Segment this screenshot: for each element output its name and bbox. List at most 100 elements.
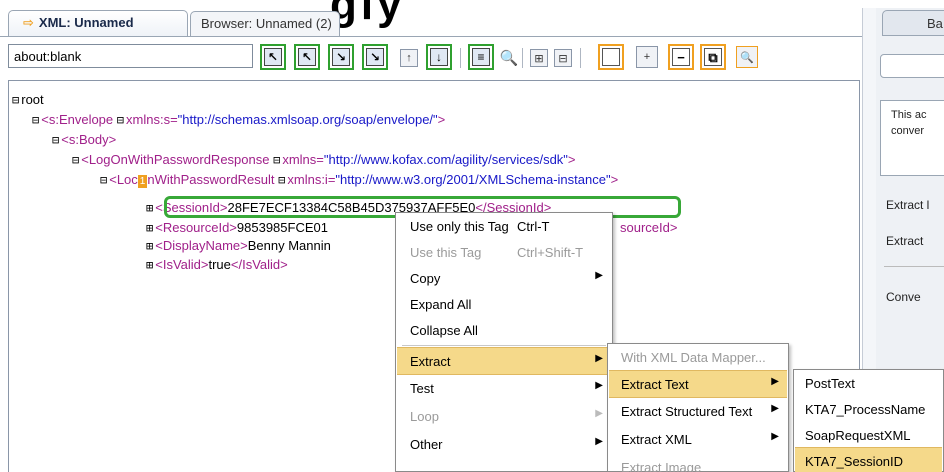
submenu-arrow-icon: ▶: [771, 403, 779, 414]
attribute-value: "http://schemas.xmlsoap.org/soap/envelop…: [177, 112, 438, 127]
tag-close: sourceId>: [620, 220, 678, 235]
tree-node-displayname[interactable]: ⊞ <DisplayName>Benny Mannin: [146, 238, 331, 254]
document-icon: ≡: [472, 48, 490, 66]
menu-item-label: Other: [410, 437, 443, 452]
collapse-icon: ⊟: [32, 113, 40, 127]
menu-item-label: Extract Image: [621, 460, 702, 472]
nav-up-left-button[interactable]: ↖: [294, 44, 320, 70]
expand-all-button[interactable]: +: [636, 46, 658, 68]
arrow-up-left-icon: ↖: [298, 48, 316, 66]
tab-xml-label: XML: Unnamed: [38, 15, 134, 30]
url-field[interactable]: about:blank: [8, 44, 253, 68]
menu-item-loop[interactable]: Loop ▶: [397, 403, 611, 431]
menu-item-extract-structured-text[interactable]: Extract Structured Text ▶: [609, 398, 787, 426]
search-icon: 🔍: [499, 50, 519, 67]
submenu-arrow-icon: ▶: [771, 431, 779, 442]
submenu-arrow-icon: ▶: [595, 436, 603, 447]
nav-last-button[interactable]: ↘: [362, 44, 388, 70]
tree-node-response[interactable]: ⊟ <LogOnWithPasswordResponse ⊟ xmlns="http…: [72, 152, 576, 168]
tree-node-envelope[interactable]: ⊟ <s:Envelope ⊟ xmlns:s="http://schemas.xm…: [32, 112, 445, 128]
move-down-button[interactable]: ↓: [426, 44, 452, 70]
panel-button[interactable]: [880, 54, 944, 78]
tab-divider: [0, 36, 862, 37]
menu-item-test[interactable]: Test ▶: [397, 375, 611, 403]
menu-item-label: PostText: [805, 376, 855, 391]
zoom-button[interactable]: 🔍: [736, 46, 758, 68]
menu-item-use-only-this-tag[interactable]: Use only this Tag Ctrl-T: [397, 213, 611, 241]
menu-item-label: Use only this Tag: [410, 219, 509, 234]
editor-tab-bar: ⇨ XML: Unnamed Browser: Unnamed (2): [0, 8, 862, 37]
tab-basic[interactable]: Ba: [882, 10, 944, 36]
menu-item-soaprequestxml[interactable]: SoapRequestXML: [795, 422, 942, 450]
submenu-arrow-icon: ▶: [595, 408, 603, 419]
expand-icon: ⊞: [146, 258, 154, 272]
collapse-all-button[interactable]: ⧉: [700, 44, 726, 70]
tree-node-root[interactable]: ⊟ root: [12, 92, 44, 108]
element-tag: <IsValid>: [155, 257, 209, 272]
attribute-name: xmlns:s=: [126, 112, 178, 127]
shortcut-label: Ctrl-T: [517, 219, 550, 234]
stacked-minus-icon: ⧉: [704, 48, 722, 66]
collapse-icon: ⊟: [12, 93, 20, 107]
plus-icon: +: [643, 51, 651, 63]
menu-item-label: Copy: [410, 271, 441, 286]
menu-item-label: KTA7_SessionID: [805, 454, 904, 469]
tree-node-body[interactable]: ⊟ <s:Body>: [52, 132, 116, 148]
tag-close: >: [610, 172, 619, 187]
menu-item-other[interactable]: Other ▶: [397, 431, 611, 459]
element-tag: <Loc: [109, 172, 138, 187]
menu-item-label: Extract Structured Text: [621, 404, 753, 419]
tab-browser-label: Browser: Unnamed (2): [201, 16, 332, 31]
menu-item-label: Loop: [410, 409, 439, 424]
tree-node-isvalid[interactable]: ⊞ <IsValid>true</IsValid>: [146, 257, 288, 273]
element-tag: <s:Body>: [61, 132, 117, 147]
tree-node-resourceid[interactable]: ⊞ <ResourceId>9853985FCE01: [146, 220, 328, 236]
action-description: This ac conver: [880, 100, 944, 176]
tab-browser-unnamed[interactable]: Browser: Unnamed (2): [190, 11, 340, 36]
menu-item-extract-xml[interactable]: Extract XML ▶: [609, 426, 787, 454]
attribute-value: "http://www.w3.org/2001/XMLSchema-instan…: [335, 172, 611, 187]
menu-item-extract-image[interactable]: Extract Image: [609, 454, 787, 472]
collapse-node-button[interactable]: ⊟: [554, 49, 572, 67]
menu-item-xml-data-mapper[interactable]: With XML Data Mapper...: [609, 344, 787, 372]
menu-item-label: Collapse All: [410, 323, 478, 338]
tag-close: </IsValid>: [230, 257, 288, 272]
element-tag: <ResourceId>: [155, 220, 237, 235]
nav-first-button[interactable]: ↖: [260, 44, 286, 70]
tab-xml-unnamed[interactable]: ⇨ XML: Unnamed: [8, 10, 188, 37]
converter-label: Conve: [886, 290, 921, 304]
element-tag: <LogOnWithPasswordResponse: [81, 152, 270, 167]
menu-item-extract-text[interactable]: Extract Text ▶: [609, 370, 787, 398]
nav-down-right-button[interactable]: ↘: [328, 44, 354, 70]
view-source-button[interactable]: ≡: [468, 44, 494, 70]
collapse-button[interactable]: −: [668, 44, 694, 70]
arrow-down-right-bar-icon: ↘: [366, 48, 384, 66]
tree-node-resourceid-tail: sourceId>: [620, 220, 677, 236]
menu-item-use-this-tag[interactable]: Use this Tag Ctrl+Shift-T: [397, 239, 611, 267]
toolbar-separator: [460, 48, 461, 68]
element-value: 9853985FCE01: [236, 220, 328, 235]
select-box-button[interactable]: [598, 44, 624, 70]
menu-item-expand-all[interactable]: Expand All: [397, 291, 611, 319]
arrow-up-left-bar-icon: ↖: [264, 48, 282, 66]
context-menu: Use only this Tag Ctrl-T Use this Tag Ctrl…: [395, 212, 613, 472]
expand-node-button[interactable]: ⊞: [530, 49, 548, 67]
collapse-icon: ⊟: [273, 153, 281, 167]
menu-item-extract[interactable]: Extract ▶: [397, 347, 611, 375]
attribute-name: xmlns=: [282, 152, 324, 167]
collapse-icon: ⊟: [278, 173, 286, 187]
minus-square-icon: ⊟: [558, 52, 568, 65]
minus-icon: −: [672, 48, 690, 66]
menu-item-collapse-all[interactable]: Collapse All: [397, 317, 611, 345]
menu-item-label: Extract Text: [621, 377, 689, 392]
tree-node-result[interactable]: ⊟ <Loc 1 nWithPasswordResult ⊟ xmlns:i="http…: [100, 172, 618, 188]
menu-item-copy[interactable]: Copy ▶: [397, 265, 611, 293]
expand-icon: ⊞: [146, 221, 154, 235]
menu-item-kta7-sessionid[interactable]: KTA7_SessionID: [795, 447, 942, 472]
tag-close: >: [437, 112, 446, 127]
submenu-arrow-icon: ▶: [771, 376, 779, 387]
find-button[interactable]: 🔍: [499, 49, 519, 67]
move-up-button[interactable]: ↑: [400, 49, 418, 67]
menu-item-posttext[interactable]: PostText: [795, 370, 942, 398]
menu-item-kta7-processname[interactable]: KTA7_ProcessName: [795, 396, 942, 424]
